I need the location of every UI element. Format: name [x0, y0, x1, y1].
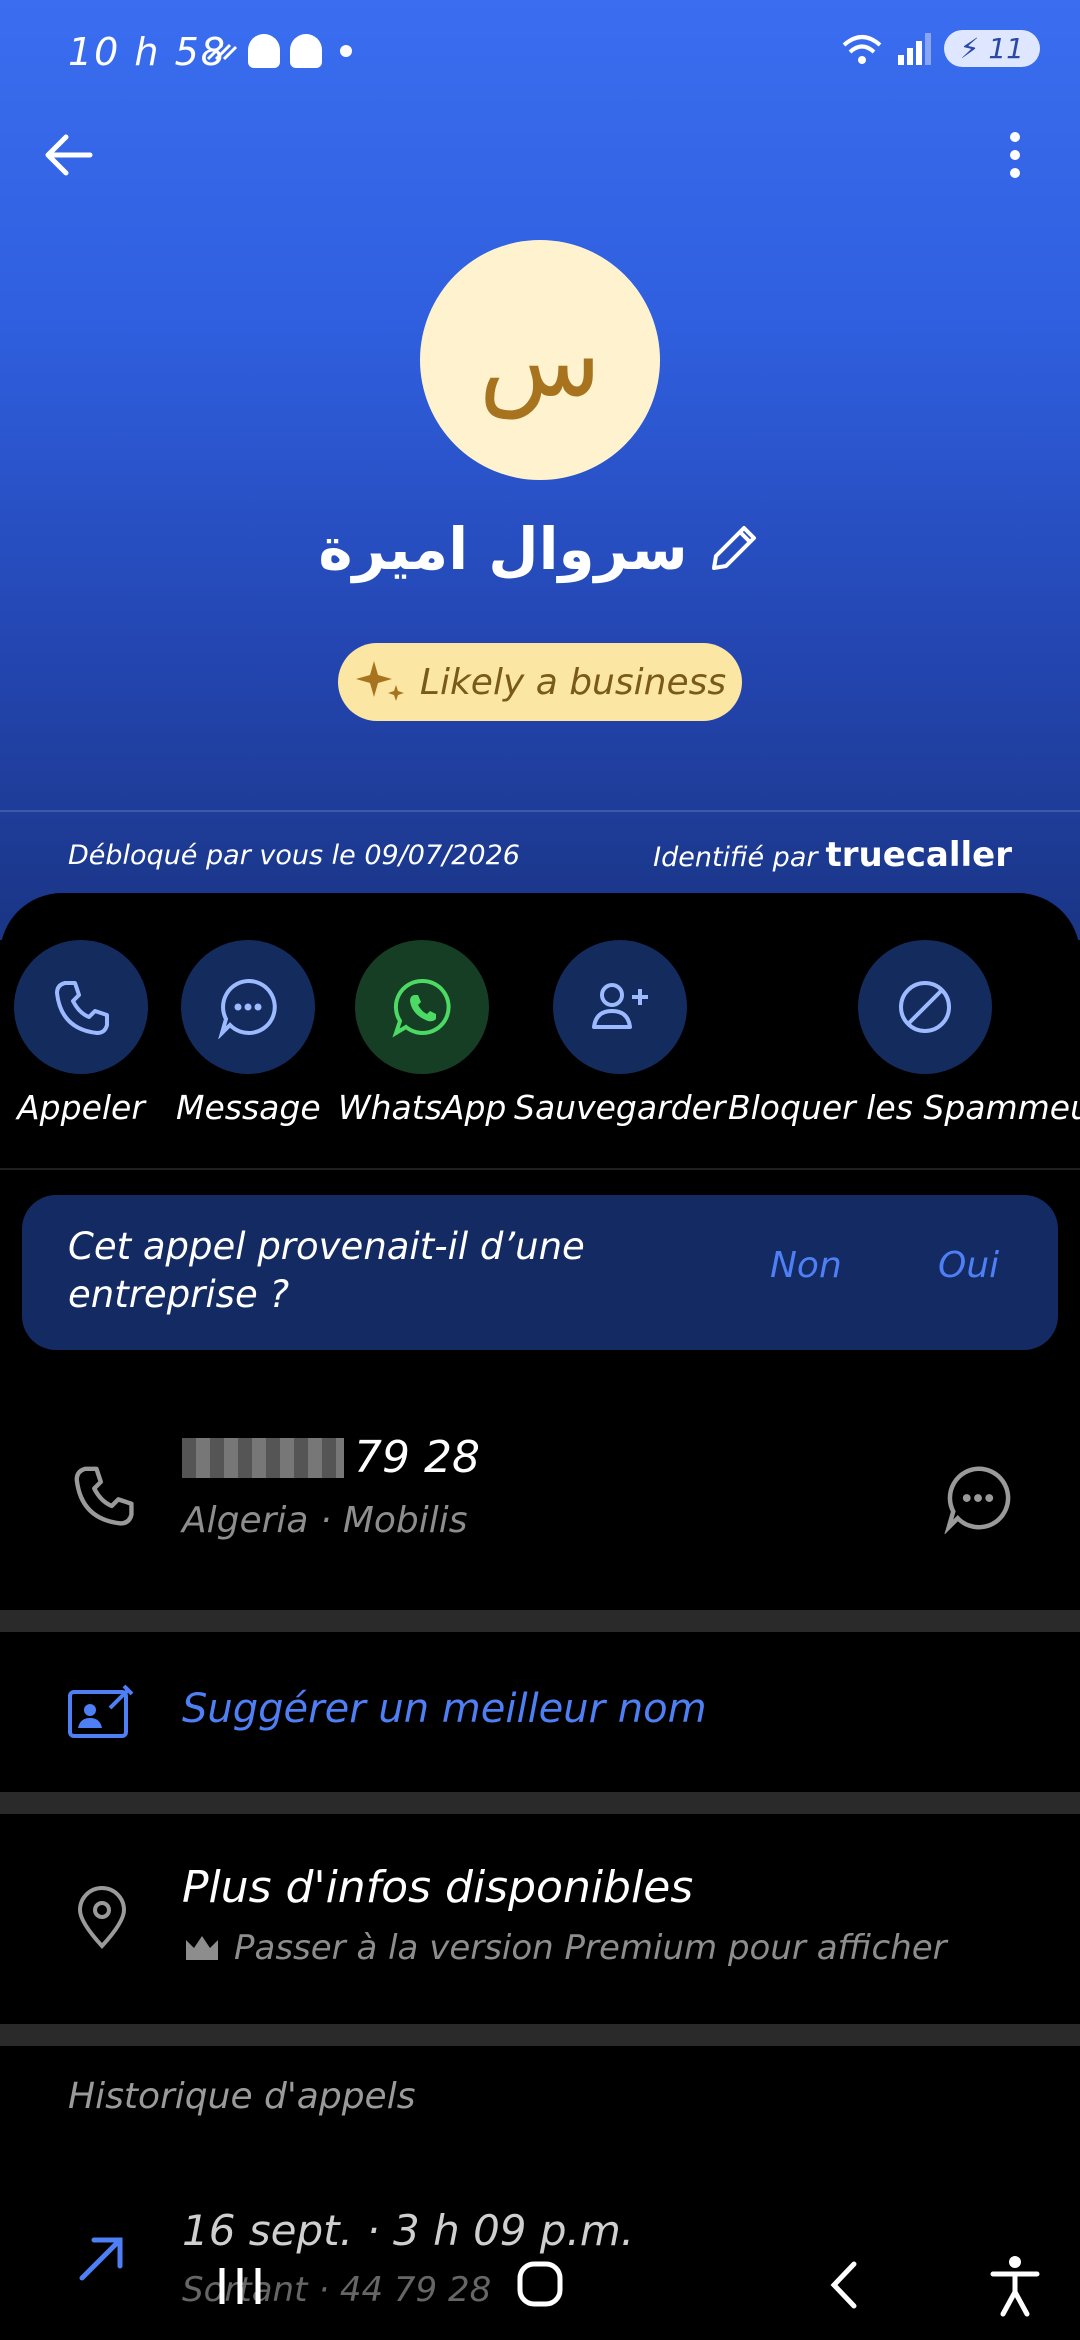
redacted-digits: [182, 1437, 344, 1478]
block-action[interactable]: Bloquer les Spammeurs: [728, 940, 1080, 1127]
message-action[interactable]: Message: [176, 940, 321, 1127]
phone-number-row[interactable]: [0, 1400, 1080, 1600]
call-label: Appeler: [17, 1088, 145, 1127]
section-separator: [0, 1610, 1080, 1632]
phone-number-visible: 79 28: [354, 1432, 480, 1483]
save-contact-button[interactable]: [552, 940, 687, 1074]
business-badge-label: Likely a business: [419, 661, 727, 703]
phone-number: 79 28: [182, 1432, 480, 1483]
crown-icon: [186, 1936, 218, 1960]
whatsapp-button[interactable]: [355, 940, 490, 1074]
snapchat-icon: [248, 34, 280, 68]
home-icon[interactable]: [500, 2250, 580, 2320]
message-label: Message: [176, 1088, 321, 1127]
contact-header: 10 h 58 ⚡ 11 س سروال اميرة Likely a busi…: [0, 0, 1080, 940]
system-navigation-bar: [0, 2240, 1080, 2340]
signal-transfer-icon: [206, 43, 238, 61]
block-label: Bloquer les Spammeurs: [728, 1088, 1080, 1127]
battery-level: 11: [988, 32, 1024, 65]
battery-indicator: ⚡ 11: [943, 30, 1040, 67]
section-separator: [0, 1792, 1080, 1814]
more-options-icon[interactable]: [990, 125, 1040, 185]
more-info-row[interactable]: [0, 1814, 1080, 2024]
whatsapp-icon: [392, 978, 451, 1038]
location-pin-icon: [77, 1886, 127, 1949]
answer-yes-button[interactable]: Oui: [938, 1245, 999, 1286]
identified-label: Identifié par: [653, 842, 818, 873]
section-separator: [0, 2024, 1080, 2046]
recent-apps-icon[interactable]: [200, 2250, 280, 2320]
wifi-icon: [842, 34, 882, 64]
status-right: ⚡ 11: [840, 30, 1040, 67]
sparkle-icon: [355, 661, 404, 701]
phone-icon: [55, 981, 109, 1035]
call-button[interactable]: [14, 940, 148, 1074]
chat-bubble-icon: [218, 978, 278, 1039]
whatsapp-label: WhatsApp: [338, 1088, 507, 1127]
suggest-better-name[interactable]: Suggérer un meilleur nom: [182, 1686, 707, 1732]
add-person-icon: [591, 983, 648, 1029]
status-time: 10 h 58: [68, 30, 227, 74]
edit-pencil-icon[interactable]: [704, 520, 762, 578]
actions-divider: [0, 1168, 1080, 1170]
edit-contact-card-icon: [68, 1684, 134, 1738]
answer-no-button[interactable]: Non: [770, 1245, 842, 1286]
truecaller-logo: truecaller: [825, 835, 1012, 875]
avatar: س: [420, 240, 660, 480]
header-divider: [0, 810, 1080, 812]
notification-icons: [206, 34, 352, 68]
back-arrow-icon[interactable]: [40, 125, 100, 185]
call-action[interactable]: Appeler: [14, 940, 148, 1127]
cell-signal-icon: [897, 32, 931, 65]
call-history-title: Historique d'appels: [68, 2076, 416, 2117]
identified-by: Identifié par truecaller: [653, 835, 1012, 875]
business-question-card: Cet appel provenait-il d’une entreprise …: [22, 1195, 1058, 1350]
more-info-title: Plus d'infos disponibles: [182, 1862, 694, 1913]
business-badge: Likely a business: [338, 643, 742, 721]
premium-hint-text: Passer à la version Premium pour affiche…: [234, 1928, 947, 1968]
contact-name-row: سروال اميرة: [0, 515, 1080, 583]
block-button[interactable]: [857, 940, 992, 1074]
whatsapp-action[interactable]: WhatsApp: [338, 940, 506, 1127]
business-question-text: Cet appel provenait-il d’une entreprise …: [68, 1225, 585, 1316]
save-label: Sauvegarder: [514, 1088, 726, 1127]
accessibility-icon[interactable]: [975, 2250, 1055, 2320]
contact-name: سروال اميرة: [318, 515, 688, 583]
save-action[interactable]: Sauvegarder: [514, 940, 725, 1127]
identification-meta: Débloqué par vous le 09/07/2026 Identifi…: [68, 835, 1012, 875]
snapchat-icon: [290, 34, 322, 68]
status-bar: 10 h 58 ⚡ 11: [68, 30, 1040, 80]
unblocked-text: Débloqué par vous le 09/07/2026: [68, 839, 520, 871]
phone-icon: [74, 1466, 134, 1526]
carrier-info: Algeria · Mobilis: [182, 1500, 468, 1541]
sms-icon[interactable]: [942, 1462, 1014, 1534]
more-notifications-icon: [340, 45, 352, 57]
message-button[interactable]: [181, 940, 316, 1074]
back-nav-icon[interactable]: [806, 2250, 886, 2320]
top-bar: [40, 125, 1040, 195]
block-icon: [898, 981, 951, 1033]
premium-hint: Passer à la version Premium pour affiche…: [182, 1928, 947, 1968]
